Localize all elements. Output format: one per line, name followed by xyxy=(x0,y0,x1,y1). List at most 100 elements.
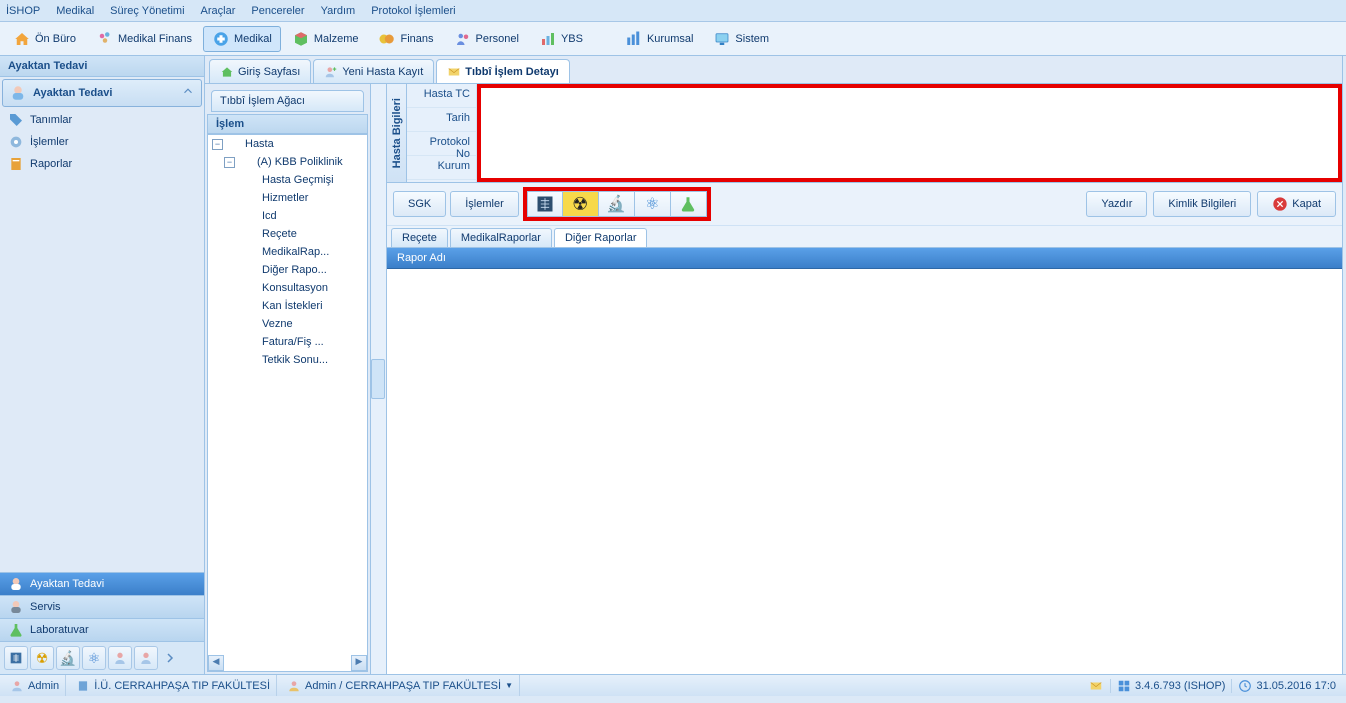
expander-icon[interactable]: − xyxy=(224,157,235,168)
menu-yardim[interactable]: Yardım xyxy=(321,5,356,17)
tree-scroll-left[interactable]: ◀ xyxy=(208,655,224,671)
main-tabs: Giriş Sayfası Yeni Hasta Kayıt Tıbbî İşl… xyxy=(205,56,1342,84)
tree-node-icon xyxy=(239,155,253,169)
tree-leaf[interactable]: Fatura/Fiş ... xyxy=(262,336,324,348)
tree-leaf[interactable]: Tetkik Sonu... xyxy=(262,354,328,366)
sidebar-shortcut-5[interactable] xyxy=(108,646,132,670)
yazdir-button[interactable]: Yazdır xyxy=(1086,191,1147,217)
leaf-icon xyxy=(244,317,258,331)
ribbon-medikal-finans[interactable]: Medikal Finans xyxy=(87,26,201,52)
tree-tab[interactable]: Tıbbî İşlem Ağacı xyxy=(211,90,364,112)
radiation-button[interactable]: ☢ xyxy=(563,191,599,217)
leaf-icon xyxy=(244,353,258,367)
tab-tibbi-islem-detayi[interactable]: Tıbbî İşlem Detayı xyxy=(436,59,570,83)
atom-button[interactable]: ⚛ xyxy=(635,191,671,217)
tree-leaf[interactable]: Hizmetler xyxy=(262,192,308,204)
tree-pane: Tıbbî İşlem Ağacı İşlem − Hasta − (A) KB… xyxy=(205,84,371,674)
menu-pencereler[interactable]: Pencereler xyxy=(251,5,304,17)
tree-node-clinic[interactable]: (A) KBB Poliklinik xyxy=(257,156,343,168)
patient-info-redacted-area xyxy=(477,84,1342,182)
ribbon-ybs[interactable]: YBS xyxy=(530,26,592,52)
clock-icon xyxy=(1238,679,1252,693)
tree-leaf[interactable]: Kan İstekleri xyxy=(262,300,323,312)
status-user-org[interactable]: Admin / CERRAHPAŞA TIP FAKÜLTESİ ▼ xyxy=(281,675,520,696)
tab-yeni-hasta[interactable]: Yeni Hasta Kayıt xyxy=(313,59,434,83)
islemler-button[interactable]: İşlemler xyxy=(450,191,519,217)
sidebar-group-laboratuvar[interactable]: Laboratuvar xyxy=(0,618,204,641)
kimlik-bilgileri-button[interactable]: Kimlik Bilgileri xyxy=(1153,191,1251,217)
leaf-icon xyxy=(244,335,258,349)
label-kurum: Kurum xyxy=(407,156,476,180)
splitter-handle[interactable] xyxy=(371,359,385,399)
kapat-button[interactable]: Kapat xyxy=(1257,191,1336,217)
chevron-up-icon xyxy=(181,84,195,98)
ribbon-medikal[interactable]: Medikal xyxy=(203,26,281,52)
sidebar-panel-header[interactable]: Ayaktan Tedavi xyxy=(2,79,202,107)
sidebar-shortcut-4[interactable]: ⚛ xyxy=(82,646,106,670)
ribbon-malzeme[interactable]: Malzeme xyxy=(283,26,368,52)
menu-protokol[interactable]: Protokol İşlemleri xyxy=(371,5,455,17)
sidebar-more-icon[interactable] xyxy=(164,646,176,670)
sidebar-shortcut-6[interactable] xyxy=(134,646,158,670)
sidebar-item-tanimlar[interactable]: Tanımlar xyxy=(0,109,204,131)
label-protokol-no: Protokol No xyxy=(407,132,476,156)
menu-surec[interactable]: Süreç Yönetimi xyxy=(110,5,184,17)
tree-leaf[interactable]: Hasta Geçmişi xyxy=(262,174,334,186)
menu-medikal[interactable]: Medikal xyxy=(56,5,94,17)
sidebar-item-label: Raporlar xyxy=(30,158,72,170)
tree-leaf[interactable]: MedikalRap... xyxy=(262,246,329,258)
tree-leaf[interactable]: Vezne xyxy=(262,318,293,330)
nurse-icon xyxy=(9,84,27,102)
report-list-header: Rapor Adı xyxy=(387,248,1342,269)
tree-node-icon xyxy=(227,137,241,151)
subtab-recete[interactable]: Reçete xyxy=(391,228,448,247)
subtab-diger-raporlar[interactable]: Diğer Raporlar xyxy=(554,228,648,247)
close-icon xyxy=(1272,196,1288,212)
subtab-medikal-raporlar[interactable]: MedikalRaporlar xyxy=(450,228,552,247)
status-mail[interactable] xyxy=(1082,679,1111,693)
collapsed-panel-rail[interactable] xyxy=(371,84,387,674)
sub-tabs: Reçete MedikalRaporlar Diğer Raporlar xyxy=(387,226,1342,248)
ribbon-on-buro[interactable]: Ön Büro xyxy=(4,26,85,52)
sidebar-shortcut-2[interactable]: ☢ xyxy=(30,646,54,670)
barchart-icon xyxy=(625,30,643,48)
sidebar-group-servis[interactable]: Servis xyxy=(0,595,204,618)
building-icon xyxy=(76,679,90,693)
ribbon-sistem[interactable]: Sistem xyxy=(704,26,778,52)
person-icon xyxy=(138,650,154,666)
leaf-icon xyxy=(244,209,258,223)
sidebar-shortcut-3[interactable]: 🔬 xyxy=(56,646,80,670)
gear-icon xyxy=(8,134,24,150)
sidebar-group-ayaktan[interactable]: Ayaktan Tedavi xyxy=(0,572,204,595)
main-right-gutter xyxy=(1342,56,1346,674)
xray-icon xyxy=(535,194,555,214)
tree-leaf[interactable]: Icd xyxy=(262,210,277,222)
menu-araclar[interactable]: Araçlar xyxy=(201,5,236,17)
microscope-button[interactable]: 🔬 xyxy=(599,191,635,217)
tree-body: − Hasta − (A) KBB Poliklinik Hasta Geçmi… xyxy=(207,134,368,672)
flask-button[interactable] xyxy=(671,191,707,217)
tree-scroll-right[interactable]: ▶ xyxy=(351,655,367,671)
sidebar-shortcut-1[interactable] xyxy=(4,646,28,670)
leaf-icon xyxy=(244,191,258,205)
detail-pane: Hasta Bigileri Hasta TC Tarih Protokol N… xyxy=(387,84,1342,674)
flask-icon xyxy=(8,622,24,638)
menu-ishop[interactable]: İSHOP xyxy=(6,5,40,17)
doctor-icon xyxy=(8,599,24,615)
tab-giris-sayfasi[interactable]: Giriş Sayfası xyxy=(209,59,311,83)
tree-node-hasta[interactable]: Hasta xyxy=(245,138,274,150)
tree-leaf[interactable]: Konsultasyon xyxy=(262,282,328,294)
xray-button[interactable] xyxy=(527,191,563,217)
sidebar-item-islemler[interactable]: İşlemler xyxy=(0,131,204,153)
expander-icon[interactable]: − xyxy=(212,139,223,150)
ribbon-kurumsal[interactable]: Kurumsal xyxy=(616,26,702,52)
sgk-button[interactable]: SGK xyxy=(393,191,446,217)
patient-info-labels: Hasta TC Tarih Protokol No Kurum xyxy=(407,84,477,182)
status-org[interactable]: İ.Ü. CERRAHPAŞA TIP FAKÜLTESİ xyxy=(70,675,277,696)
ribbon-personel[interactable]: Personel xyxy=(445,26,528,52)
sidebar-item-raporlar[interactable]: Raporlar xyxy=(0,153,204,175)
tree-leaf[interactable]: Diğer Rapo... xyxy=(262,264,327,276)
ribbon-finans[interactable]: Finans xyxy=(369,26,442,52)
tree-leaf[interactable]: Reçete xyxy=(262,228,297,240)
status-user[interactable]: Admin xyxy=(4,675,66,696)
